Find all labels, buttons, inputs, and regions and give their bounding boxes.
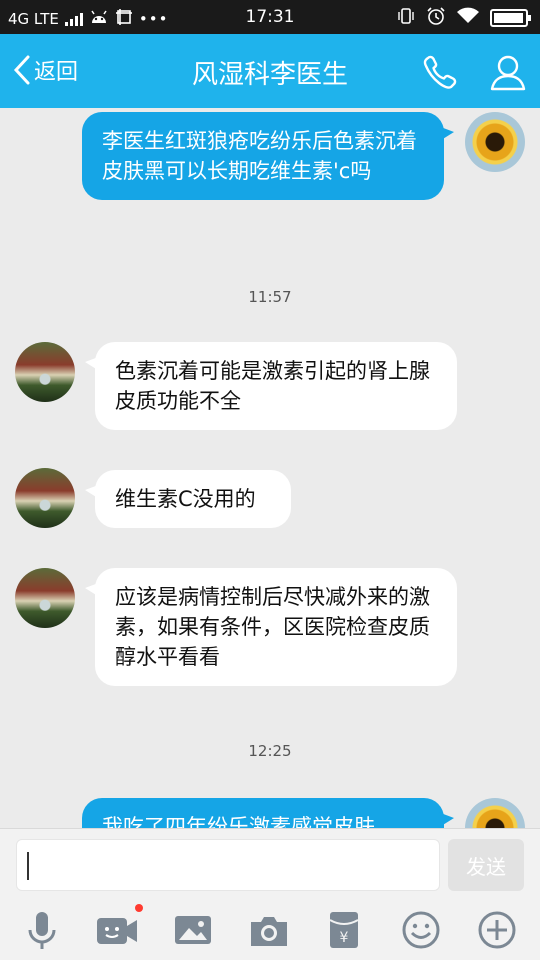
message-bubble-incoming[interactable]: 应该是病情控制后尽快减外来的激素，如果有条件，区医院检查皮质醇水平看看 xyxy=(85,568,457,686)
message-bubble-incoming[interactable]: 维生素C没用的 xyxy=(85,470,291,528)
doctor-avatar[interactable] xyxy=(15,468,75,528)
user-icon xyxy=(490,55,526,91)
status-right xyxy=(396,6,531,30)
message-bubble-outgoing[interactable]: 我吃了四年纷乐激素感觉皮肤 xyxy=(82,798,454,828)
title-bar: 返回 风湿科李医生 xyxy=(0,34,540,108)
red-packet-button[interactable]: ¥ xyxy=(322,908,366,952)
microphone-icon xyxy=(28,912,56,949)
doctor-avatar[interactable] xyxy=(15,342,75,402)
back-button[interactable]: 返回 xyxy=(12,54,78,86)
image-icon xyxy=(175,916,211,944)
timestamp: 11:57 xyxy=(248,288,292,306)
profile-button[interactable] xyxy=(488,52,528,92)
emoji-icon xyxy=(402,911,440,949)
bottom-toolbar: ¥ xyxy=(0,898,540,960)
alarm-icon xyxy=(426,6,446,30)
phone-icon xyxy=(423,55,457,89)
video-call-button[interactable] xyxy=(95,904,143,952)
wifi-icon xyxy=(456,7,480,29)
my-avatar[interactable] xyxy=(465,112,525,172)
message-input[interactable] xyxy=(16,839,440,891)
battery-icon xyxy=(490,9,531,27)
chat-area[interactable]: 李医生红斑狼疮吃纷乐后色素沉着皮肤黑可以长期吃维生素'c吗 11:57 色素沉着… xyxy=(0,108,540,828)
send-button[interactable]: 发送 xyxy=(448,839,524,891)
plus-icon xyxy=(478,911,516,949)
doctor-avatar[interactable] xyxy=(15,568,75,628)
notification-dot xyxy=(135,904,143,912)
input-bar: 发送 xyxy=(0,828,540,898)
image-button[interactable] xyxy=(171,908,215,952)
video-call-icon xyxy=(97,918,137,944)
phone-call-button[interactable] xyxy=(420,52,460,92)
more-button[interactable] xyxy=(475,908,519,952)
red-packet-icon: ¥ xyxy=(329,912,359,948)
message-bubble-outgoing[interactable]: 李医生红斑狼疮吃纷乐后色素沉着皮肤黑可以长期吃维生素'c吗 xyxy=(82,112,454,200)
battery-fill xyxy=(494,13,523,23)
vibrate-icon xyxy=(396,6,416,30)
camera-button[interactable] xyxy=(247,908,291,952)
status-bar: 4G LTE ••• 17:31 xyxy=(0,0,540,34)
my-avatar[interactable] xyxy=(465,798,525,828)
camera-icon xyxy=(251,917,287,946)
back-label: 返回 xyxy=(34,60,79,85)
svg-text:¥: ¥ xyxy=(340,930,349,946)
text-caret xyxy=(27,852,29,880)
timestamp: 12:25 xyxy=(248,742,292,760)
emoji-button[interactable] xyxy=(399,908,443,952)
voice-button[interactable] xyxy=(20,908,64,952)
message-bubble-incoming[interactable]: 色素沉着可能是激素引起的肾上腺皮质功能不全 xyxy=(85,342,457,430)
chevron-left-icon xyxy=(13,55,30,85)
